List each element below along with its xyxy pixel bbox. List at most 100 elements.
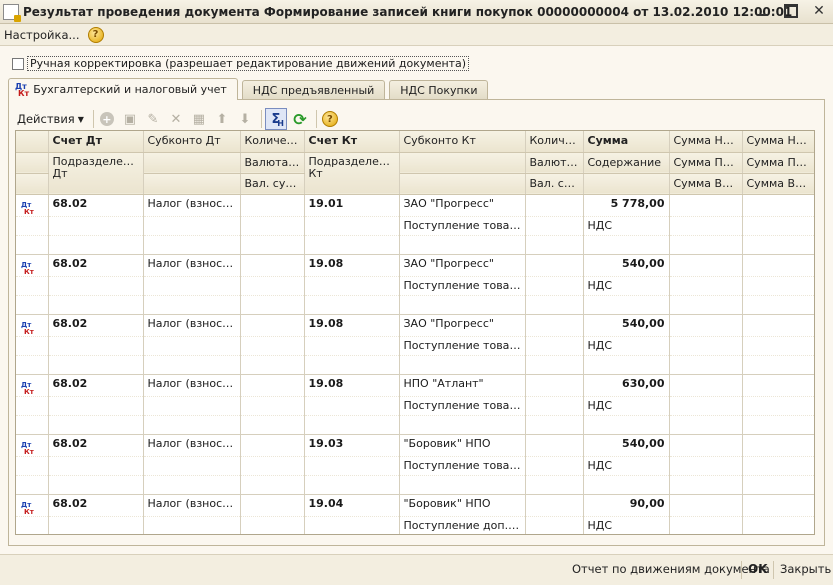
table-cell[interactable]: Дт Кт	[16, 373, 49, 396]
help-icon[interactable]: ?	[87, 26, 104, 43]
table-cell[interactable]	[669, 354, 743, 374]
table-cell[interactable]	[669, 193, 743, 216]
table-cell[interactable]: НДС	[583, 215, 670, 235]
table-cell[interactable]	[240, 474, 305, 494]
table-cell[interactable]: 540,00	[583, 433, 670, 456]
table-subrow[interactable]	[16, 414, 814, 434]
table-cell[interactable]	[304, 455, 400, 475]
table-cell[interactable]: 19.04	[304, 493, 400, 516]
close-button[interactable]: Закрыть	[780, 562, 831, 576]
table-cell[interactable]	[16, 275, 49, 295]
table-cell[interactable]	[525, 493, 584, 516]
table-cell[interactable]	[304, 335, 400, 355]
minimize-button[interactable]	[755, 3, 771, 19]
tab-accounting[interactable]: Дт Кт Бухгалтерский и налоговый учет	[8, 78, 238, 100]
edit-button[interactable]: ✎	[143, 109, 163, 129]
move-down-button[interactable]: ⬇	[235, 109, 255, 129]
table-cell[interactable]: Налог (взносы)...	[143, 253, 241, 276]
column-header[interactable]	[16, 152, 49, 174]
table-cell[interactable]: ЗАО "Прогресс"	[399, 193, 526, 216]
table-cell[interactable]	[304, 474, 400, 494]
ok-button[interactable]: OK	[748, 562, 768, 576]
table-subrow[interactable]: Поступление товаро... НДС	[16, 395, 814, 415]
actions-menu[interactable]: Действия ▼	[17, 112, 84, 126]
column-header[interactable]	[143, 152, 241, 174]
table-cell[interactable]	[304, 275, 400, 295]
table-cell[interactable]	[669, 515, 743, 534]
table-cell[interactable]	[16, 414, 49, 434]
column-header[interactable]: Содержание	[583, 152, 670, 174]
column-header[interactable]: Валюта ...	[525, 152, 584, 174]
copy-button[interactable]: ▣	[120, 109, 140, 129]
table-cell[interactable]	[742, 193, 814, 216]
column-header[interactable]: Подразделение Дт	[48, 152, 144, 195]
table-cell[interactable]	[240, 414, 305, 434]
table-cell[interactable]	[525, 373, 584, 396]
table-cell[interactable]	[143, 515, 241, 534]
table-cell[interactable]	[742, 395, 814, 415]
table-cell[interactable]	[742, 493, 814, 516]
table-row[interactable]: Дт Кт 68.02 Налог (взносы)... 19.08 НПО "Атла…	[16, 373, 814, 396]
table-cell[interactable]	[742, 294, 814, 314]
table-cell[interactable]	[240, 395, 305, 415]
table-cell[interactable]: НДС	[583, 455, 670, 475]
column-header[interactable]: Количе...	[525, 131, 584, 153]
table-cell[interactable]	[525, 515, 584, 534]
table-cell[interactable]	[669, 414, 743, 434]
table-cell[interactable]	[742, 474, 814, 494]
table-cell[interactable]: Поступление товаро...	[399, 455, 526, 475]
settings-menu[interactable]: Настройка...	[4, 28, 80, 42]
table-cell[interactable]: 19.08	[304, 253, 400, 276]
table-cell[interactable]	[399, 234, 526, 254]
table-cell[interactable]: ЗАО "Прогресс"	[399, 253, 526, 276]
table-cell[interactable]	[525, 253, 584, 276]
table-cell[interactable]: Поступление товаро...	[399, 335, 526, 355]
table-cell[interactable]	[240, 515, 305, 534]
table-cell[interactable]	[240, 215, 305, 235]
table-cell[interactable]: Дт Кт	[16, 313, 49, 336]
table-cell[interactable]: 19.01	[304, 193, 400, 216]
column-header[interactable]: Сумма ВР ...	[742, 173, 814, 195]
table-cell[interactable]	[48, 515, 144, 534]
manual-correction-checkbox[interactable]	[12, 57, 24, 70]
table-cell[interactable]	[48, 455, 144, 475]
table-subrow[interactable]: Поступление товаро... НДС	[16, 335, 814, 355]
table-cell[interactable]	[240, 335, 305, 355]
column-header[interactable]: Сумма НУ...	[669, 131, 743, 153]
column-header[interactable]	[16, 131, 49, 153]
column-header[interactable]	[16, 173, 49, 195]
table-cell[interactable]	[669, 294, 743, 314]
table-cell[interactable]: 90,00	[583, 493, 670, 516]
column-header[interactable]: Подразделение Кт	[304, 152, 400, 195]
table-cell[interactable]	[742, 335, 814, 355]
table-cell[interactable]	[143, 275, 241, 295]
column-header[interactable]: Сумма НУ...	[742, 131, 814, 153]
table-subrow[interactable]: Поступление товаро... НДС	[16, 215, 814, 235]
table-subrow[interactable]: Поступление товаро... НДС	[16, 455, 814, 475]
table-cell[interactable]	[669, 474, 743, 494]
column-header[interactable]: Количест...	[240, 131, 305, 153]
column-header[interactable]: Валюта Дт	[240, 152, 305, 174]
table-cell[interactable]: Дт Кт	[16, 253, 49, 276]
table-cell[interactable]	[742, 215, 814, 235]
table-cell[interactable]	[16, 294, 49, 314]
table-cell[interactable]: 630,00	[583, 373, 670, 396]
table-cell[interactable]: Налог (взносы)...	[143, 373, 241, 396]
table-cell[interactable]	[669, 455, 743, 475]
column-header[interactable]: Субконто Кт	[399, 131, 526, 153]
table-subrow[interactable]: Поступление доп. ра... НДС	[16, 515, 814, 534]
table-cell[interactable]	[669, 275, 743, 295]
table-cell[interactable]	[143, 455, 241, 475]
table-subrow[interactable]	[16, 474, 814, 494]
table-cell[interactable]	[16, 354, 49, 374]
table-cell[interactable]: Поступление доп. ра...	[399, 515, 526, 534]
column-header[interactable]	[399, 173, 526, 195]
table-cell[interactable]	[16, 515, 49, 534]
table-cell[interactable]	[143, 294, 241, 314]
table-cell[interactable]	[742, 414, 814, 434]
column-header[interactable]: Субконто Дт	[143, 131, 241, 153]
column-header[interactable]: Сумма ПР ...	[669, 152, 743, 174]
table-cell[interactable]	[143, 335, 241, 355]
table-cell[interactable]	[240, 493, 305, 516]
table-cell[interactable]	[16, 395, 49, 415]
